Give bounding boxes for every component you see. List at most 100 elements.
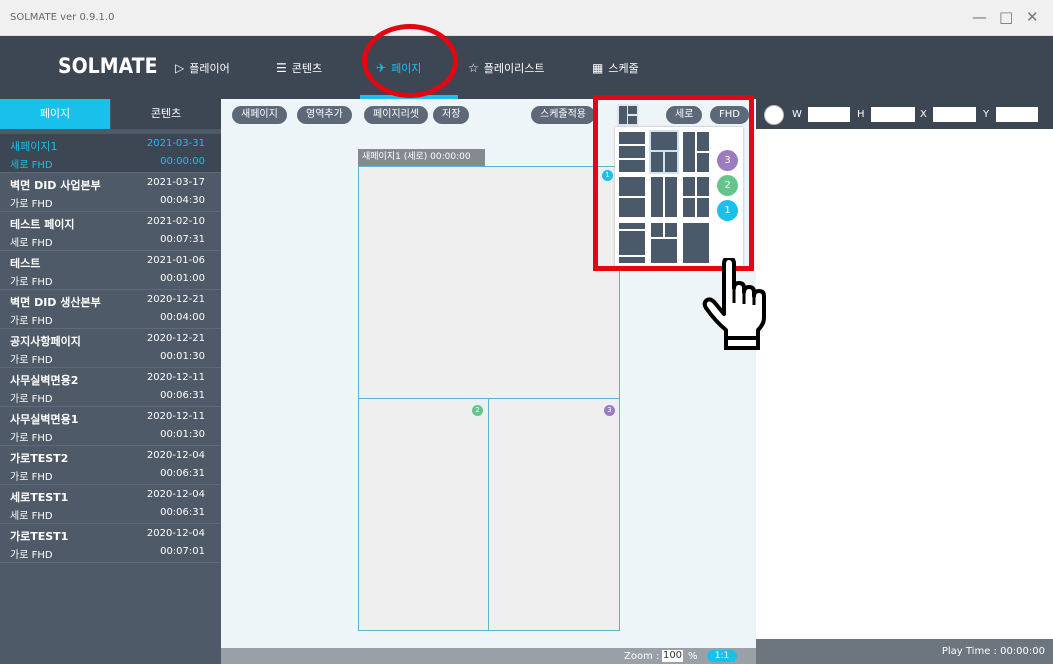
item-date: 2021-03-31: [146, 138, 205, 149]
item-orientation: 가로 FHD: [10, 472, 53, 483]
x-label: X: [920, 109, 927, 120]
highlight-rectangle: [593, 95, 754, 271]
page-sidebar: 페이지 콘텐츠 새페이지1 2021-03-31 세로 FHD 00:00:00 벽면…: [0, 99, 221, 664]
new-page-button[interactable]: 새페이지: [232, 106, 287, 124]
list-item[interactable]: 벽면 DID 사업본부 2021-03-17 가로 FHD 00:04:30: [0, 173, 221, 212]
y-label: Y: [983, 109, 990, 120]
app-logo: SOLMATE: [58, 54, 158, 78]
list-item[interactable]: 벽면 DID 생산본부 2020-12-21 가로 FHD 00:04:00: [0, 290, 221, 329]
item-date: 2020-12-04: [146, 528, 205, 539]
list-icon: ☰: [276, 61, 287, 75]
item-duration: 00:01:00: [160, 273, 205, 284]
calendar-icon: ▦: [592, 61, 604, 75]
ratio-1-1-button[interactable]: 1:1: [707, 650, 737, 662]
height-label: H: [857, 109, 865, 120]
close-icon[interactable]: ✕: [1026, 8, 1039, 26]
item-date: 2021-01-06: [146, 255, 205, 266]
item-duration: 00:00:00: [160, 156, 205, 167]
zoom-input[interactable]: 100: [662, 650, 683, 662]
nav-item-player[interactable]: ▷ 플레이어: [175, 60, 230, 76]
item-duration: 00:04:30: [160, 195, 205, 206]
add-region-button[interactable]: 영역추가: [297, 106, 352, 124]
item-name: 가로TEST2: [10, 452, 69, 465]
nav-item-label: 플레이리스트: [483, 62, 545, 75]
highlight-circle: [362, 24, 458, 98]
item-date: 2020-12-11: [146, 372, 205, 383]
item-date: 2021-02-10: [146, 216, 205, 227]
hand-pointer-icon: [702, 258, 766, 350]
properties-panel: [756, 129, 1053, 639]
canvas-label: 새페이지1 (세로) 00:00:00: [358, 149, 485, 166]
region-1[interactable]: [359, 167, 619, 399]
minimize-icon[interactable]: —: [972, 8, 987, 26]
x-field[interactable]: [933, 107, 976, 122]
window-titlebar: SOLMATE ver 0.9.1.0 — □ ✕: [0, 0, 1053, 36]
item-orientation: 가로 FHD: [10, 394, 53, 405]
item-duration: 00:07:31: [160, 234, 205, 245]
color-picker[interactable]: [764, 105, 784, 125]
item-orientation: 가로 FHD: [10, 355, 53, 366]
item-name: 벽면 DID 생산본부: [10, 296, 101, 309]
list-item[interactable]: 테스트 2021-01-06 가로 FHD 00:01:00: [0, 251, 221, 290]
region-3[interactable]: [490, 399, 619, 630]
item-name: 벽면 DID 사업본부: [10, 179, 101, 192]
nav-item-label: 콘텐츠: [291, 62, 323, 75]
list-item[interactable]: 가로TEST1 2020-12-04 가로 FHD 00:07:01: [0, 524, 221, 563]
item-orientation: 세로 FHD: [10, 238, 53, 249]
item-duration: 00:06:31: [160, 507, 205, 518]
play-time: Play Time : 00:00:00: [941, 646, 1045, 657]
play-icon: ▷: [175, 61, 185, 75]
list-item[interactable]: 세로TEST1 2020-12-04 세로 FHD 00:06:31: [0, 485, 221, 524]
region-badge-2: 2: [472, 405, 483, 416]
tab-contents[interactable]: 콘텐츠: [111, 99, 221, 129]
reset-page-button[interactable]: 페이지리셋: [364, 106, 428, 124]
item-name: 세로TEST1: [10, 491, 69, 504]
item-name: 공지사항페이지: [10, 335, 81, 348]
nav-item-label: 플레이어: [189, 62, 230, 75]
item-date: 2020-12-11: [146, 411, 205, 422]
item-name: 테스트 페이지: [10, 218, 75, 231]
item-name: 가로TEST1: [10, 530, 69, 543]
item-duration: 00:06:31: [160, 390, 205, 401]
item-date: 2020-12-04: [146, 489, 205, 500]
list-item[interactable]: 사무실벽면용1 2020-12-11 가로 FHD 00:01:30: [0, 407, 221, 446]
list-item[interactable]: 테스트 페이지 2021-02-10 세로 FHD 00:07:31: [0, 212, 221, 251]
save-button[interactable]: 저장: [433, 106, 470, 124]
maximize-icon[interactable]: □: [999, 8, 1013, 26]
y-field[interactable]: [996, 107, 1038, 122]
item-name: 테스트: [10, 257, 41, 270]
tab-pages[interactable]: 페이지: [0, 99, 110, 129]
item-name: 사무실벽면용1: [10, 413, 79, 426]
nav-item-label: 스케줄: [608, 62, 639, 75]
item-orientation: 가로 FHD: [10, 316, 53, 327]
height-field[interactable]: [871, 107, 915, 122]
item-duration: 00:01:30: [160, 351, 205, 362]
item-date: 2020-12-04: [146, 450, 205, 461]
item-orientation: 세로 FHD: [10, 160, 53, 171]
region-2[interactable]: [359, 399, 489, 630]
nav-item-contents[interactable]: ☰ 콘텐츠: [276, 60, 322, 76]
zoom-unit: %: [688, 651, 698, 662]
width-field[interactable]: [808, 107, 850, 122]
item-orientation: 가로 FHD: [10, 199, 53, 210]
item-duration: 00:06:31: [160, 468, 205, 479]
item-date: 2020-12-21: [146, 294, 205, 305]
width-label: W: [792, 109, 802, 120]
apply-schedule-button[interactable]: 스케줄적용: [531, 106, 595, 124]
item-duration: 00:07:01: [160, 546, 205, 557]
nav-item-schedule[interactable]: ▦ 스케줄: [592, 60, 639, 76]
list-item[interactable]: 공지사항페이지 2020-12-21 가로 FHD 00:01:30: [0, 329, 221, 368]
window-title: SOLMATE ver 0.9.1.0: [10, 12, 115, 23]
list-item[interactable]: 새페이지1 2021-03-31 세로 FHD 00:00:00: [0, 134, 221, 173]
list-item[interactable]: 사무실벽면용2 2020-12-11 가로 FHD 00:06:31: [0, 368, 221, 407]
item-duration: 00:01:30: [160, 429, 205, 440]
item-orientation: 세로 FHD: [10, 511, 53, 522]
item-name: 새페이지1: [10, 140, 58, 153]
page-canvas: [358, 166, 620, 631]
item-date: 2021-03-17: [146, 177, 205, 188]
list-item[interactable]: 가로TEST2 2020-12-04 가로 FHD 00:06:31: [0, 446, 221, 485]
item-date: 2020-12-21: [146, 333, 205, 344]
nav-item-playlist[interactable]: ☆ 플레이리스트: [468, 60, 545, 76]
item-orientation: 가로 FHD: [10, 550, 53, 561]
main-nav: SOLMATE ▷ 플레이어 ☰ 콘텐츠 ✈ 페이지 ☆ 플레이리스트 ▦ 스케줄: [0, 36, 1053, 99]
